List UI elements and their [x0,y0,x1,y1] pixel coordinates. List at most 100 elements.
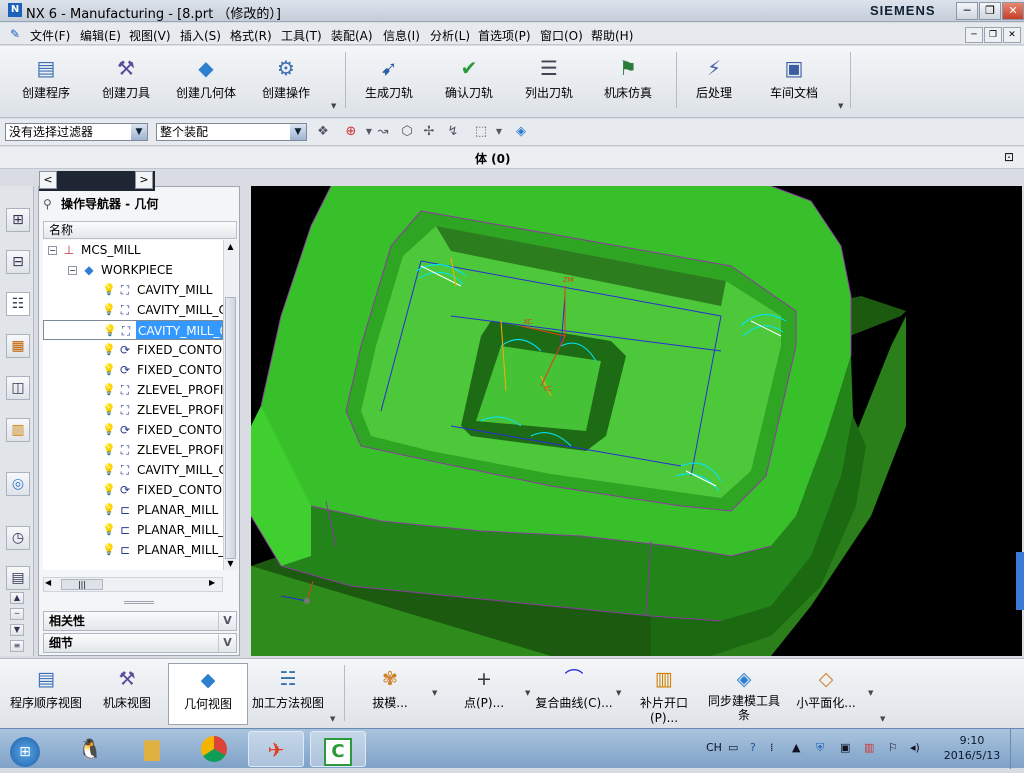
tree-row-mcs[interactable]: − ⊥ MCS_MILL [43,240,223,260]
machine-view-button[interactable]: ⚒ 机床视图 [92,663,162,725]
chevron-down-icon[interactable]: V [218,634,236,652]
draft-dropdown[interactable]: ▼ [432,689,437,697]
tree-row-operation[interactable]: 💡 ⛶ ZLEVEL_PROFIL [43,400,223,420]
details-panel[interactable]: 细节 V [43,633,237,653]
doc-minimize-button[interactable]: ─ [965,27,983,43]
list-path-button[interactable]: ☰ 列出刀轨 [507,50,591,110]
scroll-right-icon[interactable]: ▶ [209,578,221,590]
system-materials-icon[interactable]: ▤ [6,566,30,590]
machine-navigator-icon[interactable]: ▦ [6,334,30,358]
minimize-button[interactable]: ─ [956,2,978,20]
scroll-up-icon[interactable]: ▲ [10,592,24,604]
taskbar-qq[interactable]: 🐧 [62,731,118,767]
maximize-button[interactable]: ❐ [979,2,1001,20]
chevron-down-icon[interactable]: V [218,612,236,630]
tray-expand-icon[interactable]: ▲ [792,741,800,754]
constraint-navigator-icon[interactable]: ⊟ [6,250,30,274]
taskbar-nx[interactable]: ✈ [248,731,304,767]
name-column-header[interactable]: 名称 [43,221,237,239]
select-point-icon[interactable]: ✢ [420,124,438,140]
create-operation-button[interactable]: ⚙ 创建操作 [244,50,328,110]
tree-row-operation[interactable]: 💡 ⟳ FIXED_CONTOU [43,360,223,380]
menu-assembly[interactable]: 装配(A) [331,27,373,44]
volume-icon[interactable]: ◂) [910,741,920,754]
tree-row-operation[interactable]: 💡 ⛶ CAVITY_MILL [43,280,223,300]
pin-icon[interactable]: ⚲ [43,197,61,211]
scroll-mid-icon[interactable]: ─ [10,608,24,620]
tree-row-operation[interactable]: 💡 ⊏ PLANAR_MILL_ [43,540,223,560]
system-clock[interactable]: 9:10 2016/5/13 [940,733,1004,763]
fit-icon[interactable]: ⊡ [1004,150,1014,164]
security-shield-icon[interactable]: ⛨ [816,741,824,755]
snap-point-icon[interactable]: ⊕ [342,124,360,140]
point-dropdown[interactable]: ▼ [525,689,530,697]
link-icon[interactable]: ↝ [374,124,392,140]
draft-button[interactable]: ✾ 拔模... [352,663,428,725]
synchronous-modeling-button[interactable]: ◈ 同步建模工具条 [704,663,784,725]
tree-row-operation[interactable]: 💡 ⟳ FIXED_CONTOU [43,420,223,440]
toolbar-dropdown[interactable]: ▼ [330,715,335,723]
start-button[interactable]: ⊞ [2,731,48,767]
nx-menu-icon[interactable]: ✎ [10,27,24,41]
menu-file[interactable]: 文件(F) [30,27,70,44]
curve-dropdown[interactable]: ▼ [616,689,621,697]
operation-navigator-icon[interactable]: ☷ [6,292,30,316]
dependencies-panel[interactable]: 相关性 V [43,611,237,631]
machine-sim-button[interactable]: ⚑ 机床仿真 [586,50,670,110]
generate-path-button[interactable]: ➹ 生成刀轨 [347,50,431,110]
history-icon[interactable]: ◷ [6,526,30,550]
ribbon-group1-dropdown[interactable]: ▼ [331,102,336,110]
point-button[interactable]: + 点(P)... [446,663,522,725]
web-browser-icon[interactable]: ◎ [6,472,30,496]
method-view-button[interactable]: ☵ 加工方法视图 [250,663,326,725]
filter-settings-icon[interactable]: ❖ [314,124,332,140]
menu-tools[interactable]: 工具(T) [281,27,322,44]
collapse-icon[interactable]: − [48,246,57,255]
verify-path-button[interactable]: ✔ 确认刀轨 [427,50,511,110]
tree-row-operation[interactable]: 💡 ⛶ ZLEVEL_PROFIL [43,440,223,460]
ime-indicator[interactable]: CH [706,741,722,754]
menu-help[interactable]: 帮助(H) [591,27,633,44]
menu-insert[interactable]: 插入(S) [180,27,221,44]
tree-row-operation[interactable]: 💡 ⊏ PLANAR_MILL [43,500,223,520]
postprocess-button[interactable]: ⚡ 后处理 [672,50,756,110]
horizontal-scroll-thumb[interactable]: ||| [61,579,103,590]
select-solid-icon[interactable]: ◈ [512,124,530,140]
menu-analysis[interactable]: 分析(L) [430,27,470,44]
splitter-grip[interactable] [124,601,154,604]
tree-row-operation[interactable]: 💡 ⊏ PLANAR_MILL_ [43,520,223,540]
close-button[interactable]: ✕ [1002,2,1024,20]
facet-button[interactable]: ◇ 小平面化... [790,663,862,725]
select-curve-icon[interactable]: ↯ [444,124,462,140]
taskbar-chrome[interactable] [186,731,242,767]
assembly-navigator-icon[interactable]: ⊞ [6,208,30,232]
scroll-end-icon[interactable]: ≡ [10,640,24,652]
collapse-icon[interactable]: − [68,266,77,275]
tree-row-operation[interactable]: 💡 ⟳ FIXED_CONTOU [43,480,223,500]
tree-row-operation[interactable]: 💡 ⛶ CAVITY_MILL_C [43,320,223,340]
tree-row-operation[interactable]: 💡 ⛶ CAVITY_MILL_C [43,300,223,320]
part-navigator-icon[interactable]: ◫ [6,376,30,400]
menu-view[interactable]: 视图(V) [129,27,171,44]
select-body-icon[interactable]: ⬡ [398,124,416,140]
help-icon[interactable]: ? [750,741,756,754]
doc-close-button[interactable]: ✕ [1003,27,1021,43]
scroll-down-icon[interactable]: ▼ [10,624,24,636]
ribbon-group3-dropdown[interactable]: ▼ [838,102,843,110]
dropdown-arrow-icon[interactable]: ▼ [490,124,508,140]
taskbar-camtasia[interactable]: C [310,731,366,767]
patch-opening-button[interactable]: ▥ 补片开口(P)... [626,663,702,725]
assembly-scope-select[interactable]: 整个装配 ▼ [156,123,307,141]
composite-curve-button[interactable]: ⌒ 复合曲线(C)... [534,663,614,725]
geometry-view-button[interactable]: ◆ 几何视图 [168,663,248,725]
nav-forward-button[interactable]: > [135,171,153,189]
menu-edit[interactable]: 编辑(E) [80,27,121,44]
rectangle-select-icon[interactable]: ⬚ [472,124,490,140]
facet-dropdown[interactable]: ▼ [868,689,873,697]
scroll-left-icon[interactable]: ◀ [45,578,57,590]
keyboard-icon[interactable]: ▭ [728,741,738,754]
reuse-library-icon[interactable]: ▥ [6,418,30,442]
taskbar-explorer[interactable]: ▇ [124,731,180,767]
tray-app-icon[interactable]: ▣ [840,741,850,754]
create-program-button[interactable]: ▤ 创建程序 [4,50,88,110]
